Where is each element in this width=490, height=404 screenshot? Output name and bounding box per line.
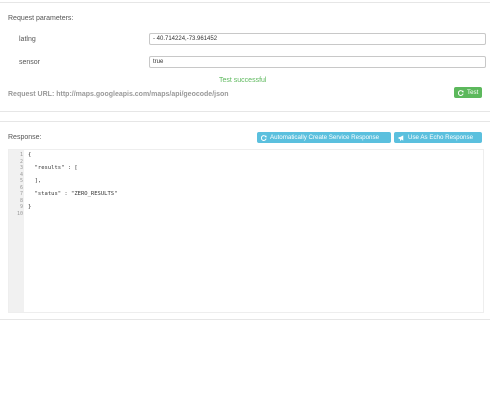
line-number: 2 xyxy=(19,158,23,165)
line-number-gutter: 1 2 3 4 5 6 7 8 9 10 xyxy=(9,150,24,312)
code-line: "results" : [ xyxy=(28,165,78,171)
param-name-latlng: latlng xyxy=(19,36,36,43)
line-number: 5 xyxy=(19,178,23,184)
megaphone-icon xyxy=(398,134,404,141)
section-divider-2 xyxy=(0,121,490,122)
latlng-input[interactable] xyxy=(149,33,486,45)
sensor-input[interactable] xyxy=(149,56,486,68)
test-button[interactable]: Test xyxy=(454,87,482,98)
code-line: ], xyxy=(28,178,42,184)
request-url: Request URL: http://maps.googleapis.com/… xyxy=(8,91,229,98)
code-line: } xyxy=(28,204,32,210)
response-code-editor[interactable]: 1 2 3 4 5 6 7 8 9 10 { "results" : [ ], … xyxy=(8,149,484,313)
refresh-icon xyxy=(261,134,267,141)
use-as-echo-response-label: Use As Echo Response xyxy=(408,134,474,141)
test-button-label: Test xyxy=(467,89,479,96)
line-number: 3 xyxy=(19,165,23,171)
line-number: 4 xyxy=(19,171,23,178)
param-name-sensor: sensor xyxy=(19,59,41,66)
create-service-response-label: Automatically Create Service Response xyxy=(270,134,380,141)
refresh-icon xyxy=(458,89,464,96)
code-line: "status" : "ZERO_RESULTS" xyxy=(28,191,118,197)
use-as-echo-response-button[interactable]: Use As Echo Response xyxy=(394,132,482,143)
response-heading: Response: xyxy=(8,134,42,141)
line-number: 8 xyxy=(19,197,23,204)
code-line: { xyxy=(28,152,32,158)
top-divider xyxy=(0,2,490,3)
line-number: 10 xyxy=(16,210,23,217)
bottom-divider xyxy=(0,319,490,320)
section-divider-1 xyxy=(0,111,490,112)
request-parameters-heading: Request parameters: xyxy=(8,15,74,22)
line-number: 6 xyxy=(19,184,23,191)
line-number: 1 xyxy=(19,152,23,158)
test-status-text: Test successful xyxy=(219,77,267,84)
line-number: 7 xyxy=(19,191,23,197)
create-service-response-button[interactable]: Automatically Create Service Response xyxy=(257,132,391,143)
line-number: 9 xyxy=(19,204,23,210)
